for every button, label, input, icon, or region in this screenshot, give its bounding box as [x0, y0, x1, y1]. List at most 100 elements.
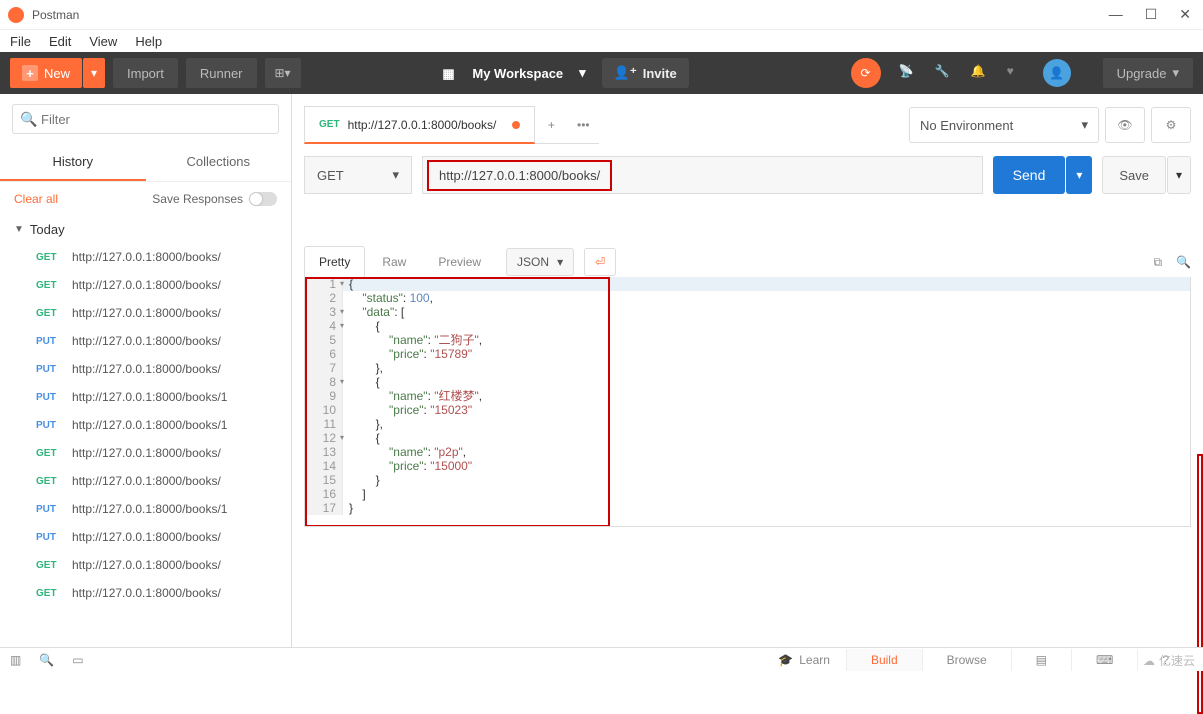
invite-label: Invite [643, 66, 677, 81]
maximize-icon[interactable]: ☐ [1145, 6, 1158, 23]
send-button[interactable]: Send [993, 156, 1066, 194]
find-icon[interactable]: 🔍 [39, 653, 54, 667]
heart-icon[interactable]: ♥ [1007, 64, 1025, 82]
history-method: GET [36, 560, 62, 571]
environment-select[interactable]: No Environment ▾ [909, 107, 1099, 143]
search-icon[interactable]: 🔍 [1176, 255, 1191, 270]
group-label: Today [30, 222, 65, 237]
history-item[interactable]: PUThttp://127.0.0.1:8000/books/1 [0, 383, 291, 411]
import-button[interactable]: Import [113, 58, 178, 88]
console-icon[interactable]: ▭ [72, 653, 83, 667]
mortarboard-icon: 🎓 [778, 653, 793, 667]
app-logo-icon [8, 7, 24, 23]
invite-button[interactable]: 👤⁺ Invite [602, 58, 689, 88]
window-title: Postman [32, 8, 79, 22]
new-window-icon[interactable]: ⊞▾ [265, 58, 301, 88]
toolbar-right-icons: ⟳ 📡 🔧 🔔 ♥ 👤 Upgrade ▾ [851, 58, 1193, 88]
history-url: http://127.0.0.1:8000/books/ [72, 446, 221, 460]
unsaved-dot-icon [512, 121, 520, 129]
history-method: GET [36, 588, 62, 599]
menu-file[interactable]: File [10, 34, 31, 49]
build-button[interactable]: Build [846, 649, 922, 671]
workspace-selector[interactable]: ▦ My Workspace ▾ 👤⁺ Invite [442, 58, 688, 88]
history-method: GET [36, 476, 62, 487]
sync-icon[interactable]: ⟳ [851, 58, 881, 88]
history-item[interactable]: GEThttp://127.0.0.1:8000/books/ [0, 579, 291, 607]
history-item[interactable]: PUThttp://127.0.0.1:8000/books/ [0, 355, 291, 383]
sidebar: 🔍 History Collections Clear all Save Res… [0, 94, 292, 647]
sidebar-toggle-icon[interactable]: ▥ [10, 653, 21, 667]
upgrade-label: Upgrade [1117, 66, 1167, 81]
plus-icon: + [22, 65, 38, 81]
user-avatar[interactable]: 👤 [1043, 59, 1071, 87]
menu-view[interactable]: View [89, 34, 117, 49]
new-button[interactable]: + New [10, 58, 82, 88]
history-url: http://127.0.0.1:8000/books/ [72, 530, 221, 544]
keyboard-icon[interactable]: ⌨ [1071, 649, 1137, 671]
request-tab[interactable]: GET http://127.0.0.1:8000/books/ [304, 106, 535, 144]
history-item[interactable]: GEThttp://127.0.0.1:8000/books/ [0, 271, 291, 299]
tab-menu-button[interactable]: ••• [567, 106, 599, 144]
history-method: PUT [36, 364, 62, 375]
history-item[interactable]: PUThttp://127.0.0.1:8000/books/ [0, 327, 291, 355]
watermark: ☁ 亿速云 [1143, 652, 1195, 669]
menu-edit[interactable]: Edit [49, 34, 71, 49]
panes-icon[interactable]: ▤ [1011, 649, 1071, 671]
runner-button[interactable]: Runner [186, 58, 257, 88]
history-item[interactable]: PUThttp://127.0.0.1:8000/books/1 [0, 411, 291, 439]
history-url: http://127.0.0.1:8000/books/ [72, 334, 221, 348]
save-responses-toggle[interactable]: Save Responses [152, 192, 277, 206]
history-item[interactable]: GEThttp://127.0.0.1:8000/books/ [0, 439, 291, 467]
toggle-icon [249, 192, 277, 206]
grid-icon: ▦ [442, 66, 456, 80]
satellite-icon[interactable]: 📡 [899, 64, 917, 82]
history-url: http://127.0.0.1:8000/books/ [72, 306, 221, 320]
browse-button[interactable]: Browse [922, 649, 1011, 671]
history-url: http://127.0.0.1:8000/books/1 [72, 502, 227, 516]
tab-history[interactable]: History [0, 144, 146, 181]
history-item[interactable]: GEThttp://127.0.0.1:8000/books/ [0, 551, 291, 579]
tab-collections[interactable]: Collections [146, 144, 292, 181]
wrench-icon[interactable]: 🔧 [935, 64, 953, 82]
history-method: PUT [36, 504, 62, 515]
save-dropdown[interactable]: ▾ [1167, 156, 1191, 194]
history-item[interactable]: GEThttp://127.0.0.1:8000/books/ [0, 299, 291, 327]
copy-icon[interactable]: ⧉ [1153, 255, 1162, 270]
clear-all-link[interactable]: Clear all [14, 192, 58, 206]
statusbar: ▥ 🔍 ▭ 🎓 Learn Build Browse ▤ ⌨ ? [0, 647, 1203, 671]
history-item[interactable]: GEThttp://127.0.0.1:8000/books/ [0, 467, 291, 495]
environment-eye-icon[interactable]: 👁 [1105, 107, 1145, 143]
request-row: GET ▾ http://127.0.0.1:8000/books/ Send … [304, 156, 1191, 194]
request-tab-bar: GET http://127.0.0.1:8000/books/ + ••• [304, 106, 899, 144]
new-dropdown[interactable]: ▾ [83, 58, 105, 88]
content-top-row: GET http://127.0.0.1:8000/books/ + ••• N… [304, 106, 1191, 144]
send-dropdown[interactable]: ▾ [1066, 156, 1092, 194]
resp-tab-pretty[interactable]: Pretty [304, 246, 365, 278]
history-item[interactable]: PUT http://127.0.0.1:8000/books/1 [0, 495, 291, 523]
filter-input[interactable] [12, 104, 279, 134]
wrap-lines-icon[interactable]: ⏎ [584, 248, 616, 276]
response-body[interactable]: 1▾{2 "status": 100,3▾ "data": [4▾ {5 "na… [304, 277, 1191, 527]
history-item[interactable]: GEThttp://127.0.0.1:8000/books/ [0, 243, 291, 271]
bell-icon[interactable]: 🔔 [971, 64, 989, 82]
method-select[interactable]: GET ▾ [304, 156, 412, 194]
history-method: GET [36, 280, 62, 291]
history-group-today[interactable]: ▼ Today [0, 216, 291, 243]
history-item[interactable]: PUThttp://127.0.0.1:8000/books/ [0, 523, 291, 551]
close-icon[interactable]: ✕ [1179, 6, 1191, 23]
history-url: http://127.0.0.1:8000/books/1 [72, 390, 227, 404]
url-input[interactable]: http://127.0.0.1:8000/books/ [422, 156, 983, 194]
resp-tab-raw[interactable]: Raw [367, 246, 421, 278]
response-format-select[interactable]: JSON ▾ [506, 248, 574, 276]
menu-help[interactable]: Help [135, 34, 162, 49]
save-button[interactable]: Save [1102, 156, 1166, 194]
minimize-icon[interactable]: ― [1109, 6, 1123, 23]
settings-gear-icon[interactable]: ⚙ [1151, 107, 1191, 143]
learn-link[interactable]: 🎓 Learn [778, 653, 846, 667]
chevron-down-icon: ▾ [1081, 117, 1088, 133]
titlebar: Postman ― ☐ ✕ [0, 0, 1203, 30]
chevron-down-icon: ▾ [579, 65, 586, 81]
add-tab-button[interactable]: + [535, 106, 567, 144]
upgrade-button[interactable]: Upgrade ▾ [1103, 58, 1193, 88]
resp-tab-preview[interactable]: Preview [423, 246, 496, 278]
